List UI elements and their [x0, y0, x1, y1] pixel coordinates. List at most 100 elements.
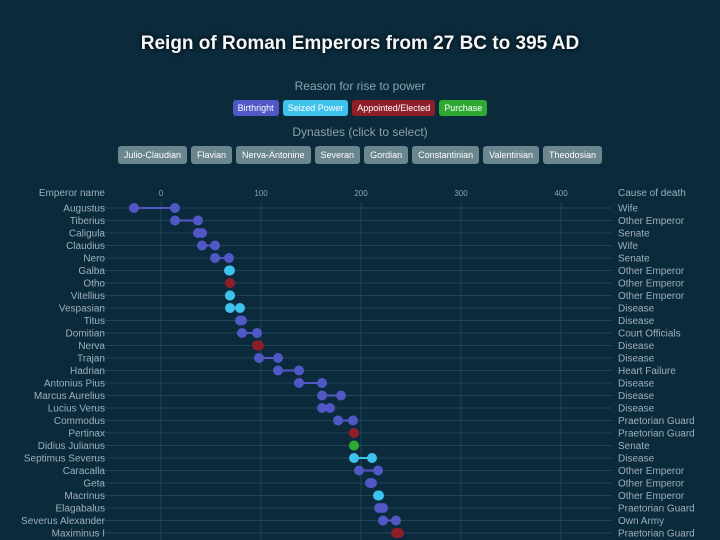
cause-of-death: Praetorian Guard — [618, 416, 695, 427]
reign-end-dot — [367, 478, 377, 488]
x-tick-label: 100 — [254, 189, 268, 198]
reign-end-dot — [378, 503, 388, 513]
cause-of-death: Praetorian Guard — [618, 529, 695, 540]
reign-end-dot — [225, 278, 235, 288]
reign-start-dot — [237, 328, 247, 338]
emperor-name: Didius Julianus — [38, 441, 105, 452]
cause-of-death: Other Emperor — [618, 266, 685, 277]
emperor-name: Vespasian — [59, 304, 105, 315]
right-header: Cause of death — [618, 188, 686, 199]
x-tick-label: 0 — [159, 189, 164, 198]
reign-end-dot — [373, 465, 383, 476]
cause-of-death: Disease — [618, 391, 655, 402]
x-tick-label: 200 — [354, 189, 368, 198]
emperor-name: Domitian — [66, 329, 105, 340]
emperor-name: Commodus — [54, 416, 105, 427]
emperor-name: Maximinus I — [52, 529, 105, 540]
reign-end-dot — [273, 353, 283, 363]
reign-end-dot — [349, 428, 359, 438]
x-tick-label: 300 — [454, 189, 468, 198]
cause-of-death: Court Officials — [618, 329, 681, 340]
emperor-name: Nerva — [78, 341, 105, 352]
cause-of-death: Praetorian Guard — [618, 504, 695, 515]
emperor-name: Vitellius — [71, 291, 105, 302]
cause-of-death: Disease — [618, 341, 655, 352]
reign-start-dot — [210, 253, 220, 263]
cause-of-death: Other Emperor — [618, 479, 685, 490]
emperor-name: Severus Alexander — [21, 516, 106, 527]
emperor-name: Trajan — [77, 354, 105, 365]
cause-of-death: Praetorian Guard — [618, 429, 695, 440]
emperor-name: Geta — [83, 479, 105, 490]
emperor-name: Antonius Pius — [44, 379, 105, 390]
reign-start-dot — [349, 453, 359, 463]
reign-end-dot — [325, 403, 335, 413]
x-tick-label: 400 — [554, 189, 568, 198]
emperor-name: Caracalla — [63, 466, 106, 477]
cause-of-death: Senate — [618, 441, 650, 452]
reign-end-dot — [348, 415, 358, 426]
cause-of-death: Other Emperor — [618, 466, 685, 477]
emperor-name: Galba — [78, 266, 105, 277]
cause-of-death: Disease — [618, 404, 655, 415]
emperor-name: Septimus Severus — [24, 454, 105, 465]
cause-of-death: Heart Failure — [618, 366, 676, 377]
cause-of-death: Other Emperor — [618, 216, 685, 227]
reign-start-dot — [197, 240, 207, 251]
reign-end-dot — [294, 365, 304, 376]
cause-of-death: Disease — [618, 454, 655, 465]
emperor-name: Elagabalus — [56, 504, 105, 515]
reign-start-dot — [225, 303, 235, 313]
emperor-name: Macrinus — [64, 491, 105, 502]
cause-of-death: Other Emperor — [618, 491, 685, 502]
dumbbell-chart: Emperor name Cause of death 0 100 200 300 400 A… — [21, 188, 695, 540]
reign-start-dot — [317, 390, 327, 401]
reign-end-dot — [225, 265, 235, 276]
reign-end-dot — [336, 390, 346, 401]
emperor-name: Tiberius — [70, 216, 105, 227]
emperor-name: Otho — [83, 279, 105, 290]
reign-start-dot — [273, 365, 283, 376]
cause-of-death: Disease — [618, 354, 655, 365]
reign-end-dot — [374, 490, 384, 501]
cause-of-death: Other Emperor — [618, 279, 685, 290]
reign-end-dot — [224, 253, 234, 263]
reign-end-dot — [170, 203, 180, 213]
reign-start-dot — [294, 378, 304, 388]
reign-start-dot — [129, 203, 139, 213]
emperor-name: Lucius Verus — [48, 404, 105, 415]
emperor-name: Claudius — [66, 241, 105, 252]
reign-end-dot — [197, 228, 207, 238]
reign-start-dot — [354, 465, 364, 476]
reign-end-dot — [394, 528, 404, 538]
cause-of-death: Disease — [618, 304, 655, 315]
cause-of-death: Wife — [618, 241, 638, 252]
reign-end-dot — [210, 240, 220, 251]
reign-end-dot — [252, 328, 262, 338]
left-header: Emperor name — [39, 188, 106, 199]
reign-end-dot — [237, 315, 247, 326]
cause-of-death: Other Emperor — [618, 291, 685, 302]
cause-of-death: Senate — [618, 254, 650, 265]
cause-of-death: Wife — [618, 204, 638, 215]
reign-end-dot — [225, 290, 235, 301]
emperor-name: Pertinax — [68, 429, 105, 440]
reign-end-dot — [317, 378, 327, 388]
reign-end-dot — [254, 340, 264, 351]
reign-end-dot — [193, 215, 203, 226]
emperor-name: Marcus Aurelius — [34, 391, 105, 402]
reign-start-dot — [378, 515, 388, 526]
reign-end-dot — [367, 453, 377, 463]
reign-end-dot — [349, 440, 359, 451]
reign-start-dot — [333, 415, 343, 426]
emperor-name: Titus — [84, 316, 105, 327]
cause-of-death: Senate — [618, 229, 650, 240]
reign-end-dot — [235, 303, 245, 313]
cause-of-death: Disease — [618, 379, 655, 390]
emperor-name: Caligula — [69, 229, 106, 240]
reign-start-dot — [254, 353, 264, 363]
cause-of-death: Own Army — [618, 516, 664, 527]
emperor-name: Hadrian — [70, 366, 105, 377]
reign-start-dot — [170, 215, 180, 226]
reign-end-dot — [391, 515, 401, 526]
